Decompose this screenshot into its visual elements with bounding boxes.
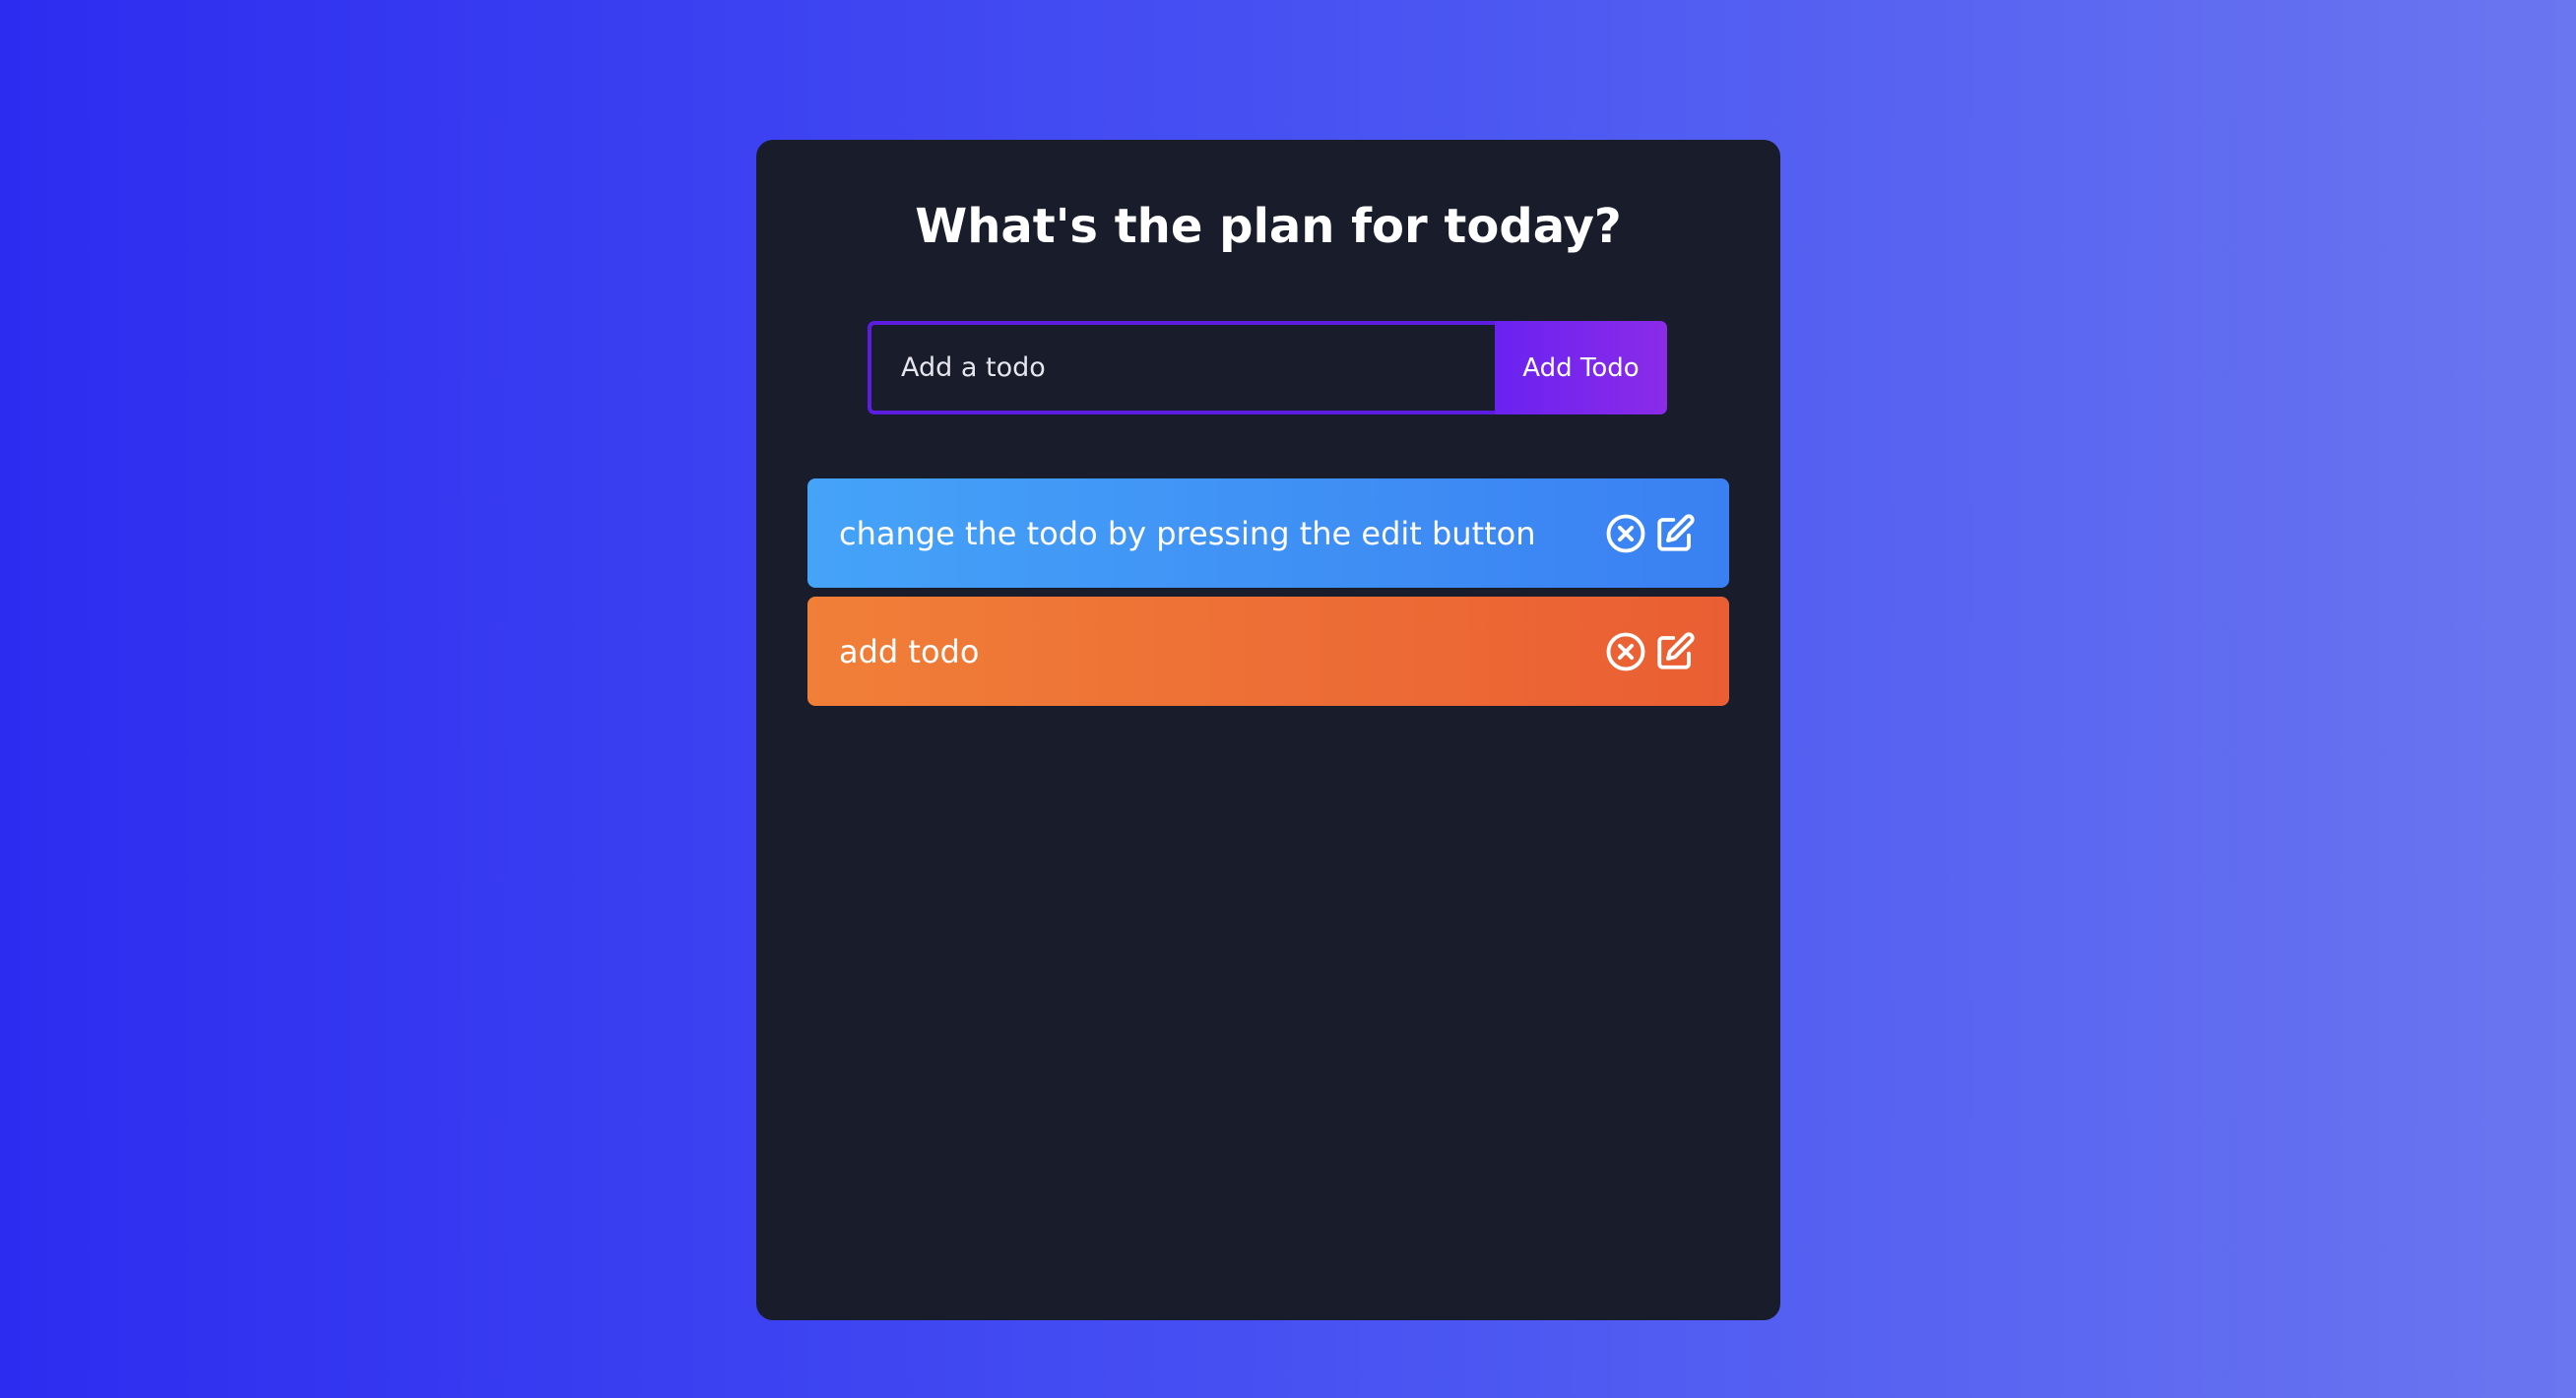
todo-item: add todo xyxy=(807,597,1729,706)
todo-list: change the todo by pressing the edit but… xyxy=(807,478,1729,715)
todo-item: change the todo by pressing the edit but… xyxy=(807,478,1729,588)
todo-item-text: add todo xyxy=(839,632,980,670)
add-todo-button[interactable]: Add Todo xyxy=(1495,321,1667,414)
todo-form: Add Todo xyxy=(868,321,1667,414)
todo-app-card: What's the plan for today? Add Todo chan… xyxy=(756,140,1780,1320)
todo-item-actions xyxy=(1605,513,1696,554)
edit-icon[interactable] xyxy=(1654,513,1696,554)
edit-icon[interactable] xyxy=(1654,631,1696,672)
todo-item-actions xyxy=(1605,631,1696,672)
circle-x-icon[interactable] xyxy=(1605,513,1646,554)
circle-x-icon[interactable] xyxy=(1605,631,1646,672)
todo-input[interactable] xyxy=(868,321,1495,414)
todo-item-text: change the todo by pressing the edit but… xyxy=(839,514,1536,552)
page-title: What's the plan for today? xyxy=(915,199,1622,254)
